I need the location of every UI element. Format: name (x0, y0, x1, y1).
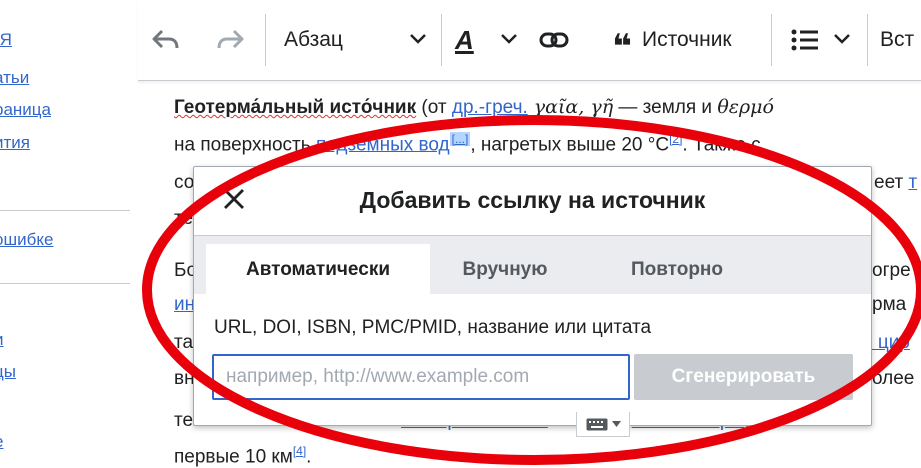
article-link[interactable]: подземных вод (316, 134, 450, 155)
paragraph-format-dropdown[interactable]: Абзац (284, 0, 444, 80)
undo-icon (152, 29, 179, 49)
sidebar-divider (0, 210, 130, 211)
sidebar-divider (0, 283, 130, 284)
sidebar-item-link[interactable]: раница (0, 100, 51, 120)
sidebar-item-link[interactable]: атьи (0, 68, 29, 88)
article-line: еет т (874, 172, 918, 193)
toolbar-divider (265, 14, 266, 66)
redo-icon (217, 29, 244, 49)
sidebar-item-link[interactable]: и (0, 330, 4, 350)
text-style-icon: A (455, 24, 474, 55)
source-field-label: URL, DOI, ISBN, PMC/PMID, название или ц… (214, 317, 652, 338)
article-line: те (174, 208, 194, 229)
article-line: вн (174, 368, 195, 389)
article-title-term: Геотерма́льный исто́чник (174, 97, 417, 118)
caret-down-icon (611, 421, 621, 427)
close-button[interactable] (216, 181, 252, 217)
insert-dropdown[interactable]: Вст (880, 0, 921, 80)
cite-label: Источник (641, 28, 732, 51)
article-line: первые 10 км[4]. (174, 444, 312, 468)
left-sidebar: -Я атьи раница ития ошибке и цы е (0, 0, 138, 468)
article-link[interactable]: т (908, 172, 917, 193)
dialog-title: Добавить ссылку на источник (359, 187, 706, 213)
add-citation-dialog: Добавить ссылку на источник Автоматическ… (193, 166, 872, 437)
generate-button[interactable]: Сгенерировать (634, 354, 853, 400)
chevron-down-icon (501, 31, 517, 49)
insert-label: Вст (880, 28, 915, 51)
article-link[interactable]: др.-греч. (452, 97, 528, 118)
quote-icon: ❝ (612, 28, 632, 66)
footnote-ref[interactable]: [4] (293, 444, 306, 458)
cite-button[interactable]: ❝ Источник (612, 0, 762, 80)
link-button[interactable] (539, 0, 575, 80)
article-line: огре (872, 260, 911, 281)
link-icon (539, 32, 569, 48)
article-line: олее (872, 368, 915, 389)
toolbar-divider (441, 14, 442, 66)
sidebar-item-link[interactable]: ошибке (0, 230, 53, 250)
tab-automatic[interactable]: Автоматически (206, 244, 430, 294)
text-style-dropdown[interactable]: A (455, 0, 521, 80)
toolbar-divider (771, 14, 772, 66)
close-icon (224, 189, 244, 209)
editor-toolbar: Абзац A ❝ Источник Вст (138, 0, 921, 81)
sidebar-item-link[interactable]: ития (0, 133, 30, 153)
article-line: со (174, 172, 195, 193)
tab-manual[interactable]: Вручную (440, 244, 570, 294)
article-line: рма (872, 294, 907, 315)
sidebar-item-link[interactable]: цы (0, 362, 16, 382)
paragraph-format-label: Абзац (284, 28, 343, 51)
redo-button[interactable] (216, 0, 252, 80)
input-method-selector[interactable] (576, 412, 630, 437)
selected-reference-marker[interactable]: [...] (449, 132, 471, 146)
keyboard-icon (586, 418, 607, 430)
dialog-header: Добавить ссылку на источник (194, 167, 871, 235)
article-line: на поверхность подземных вод [...], нагре… (174, 132, 761, 156)
article-line: Геотерма́льный исто́чник (от др.-греч. γ… (174, 96, 774, 118)
chevron-down-icon (834, 31, 850, 49)
article-line: та (174, 332, 194, 353)
toolbar-divider (867, 14, 868, 66)
footnote-ref[interactable]: [2] (669, 132, 682, 146)
article-line: ин (174, 294, 195, 316)
citation-search-input[interactable] (212, 354, 630, 400)
citation-tabs: Автоматически Вручную Повторно (194, 235, 871, 294)
sidebar-item-link[interactable]: е (0, 432, 3, 452)
article-link[interactable]: ин (174, 294, 195, 315)
list-dropdown[interactable] (790, 0, 862, 80)
undo-button[interactable] (152, 0, 188, 80)
chevron-down-icon (410, 31, 426, 49)
tab-reuse[interactable]: Повторно (602, 244, 752, 294)
bullet-list-icon (791, 29, 818, 51)
sidebar-item-link[interactable]: -Я (0, 30, 12, 50)
